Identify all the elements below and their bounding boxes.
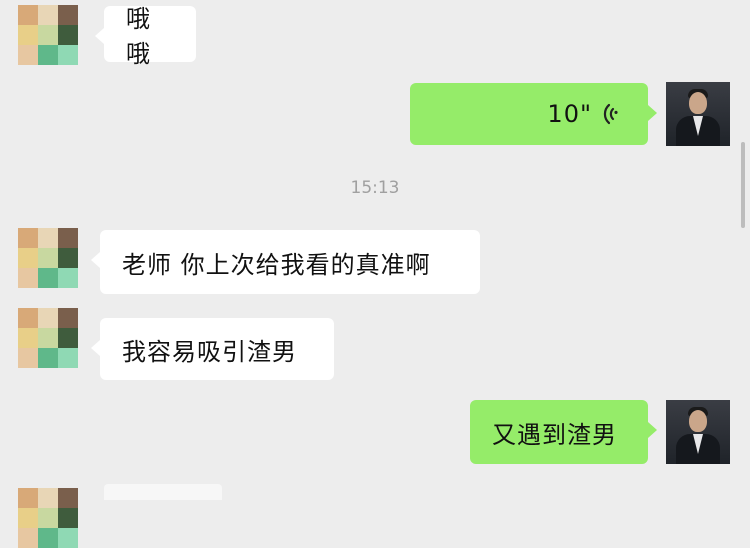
timestamp: 15:13	[350, 178, 400, 198]
contact-avatar[interactable]	[18, 488, 78, 548]
message-text: 老师 你上次给我看的真准啊	[122, 250, 431, 279]
voice-message-bubble[interactable]: 10"	[410, 83, 657, 145]
contact-avatar[interactable]	[18, 5, 78, 65]
message-bubble[interactable]: 我容易吸引渣男	[91, 318, 334, 380]
message-text: 哦哦	[126, 5, 151, 68]
self-avatar[interactable]	[666, 82, 730, 146]
voice-duration: 10"	[547, 100, 592, 128]
scrollbar[interactable]	[741, 142, 745, 228]
message-text: 又遇到渣男	[492, 420, 617, 449]
message-text: 我容易吸引渣男	[122, 337, 297, 366]
message-bubble[interactable]: 又遇到渣男	[470, 400, 657, 464]
contact-avatar[interactable]	[18, 308, 78, 368]
chat-area[interactable]: 哦哦 10" 15:13 老师 你上次给我看的真准啊 我容易吸引渣男 又遇到渣男	[0, 0, 750, 548]
image-message-preview[interactable]	[104, 484, 222, 500]
message-bubble[interactable]: 哦哦	[95, 5, 196, 68]
self-avatar[interactable]	[666, 400, 730, 464]
contact-avatar[interactable]	[18, 228, 78, 288]
message-bubble[interactable]: 老师 你上次给我看的真准啊	[91, 230, 480, 294]
voice-wave-icon	[603, 103, 618, 125]
